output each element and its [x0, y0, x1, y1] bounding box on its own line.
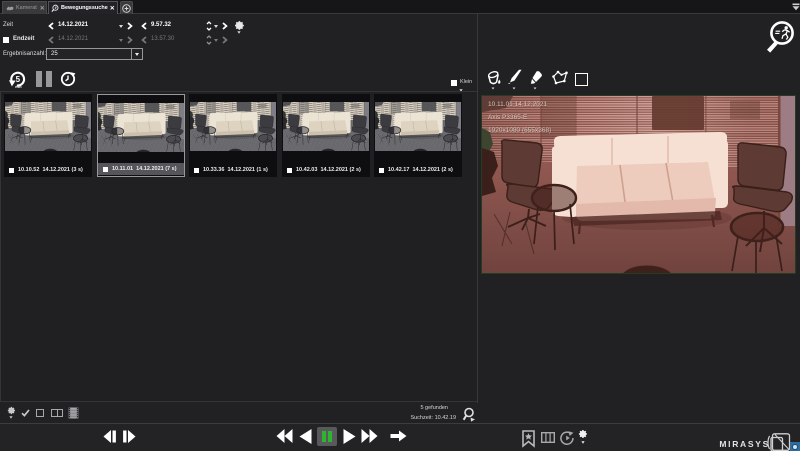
svg-text:5: 5	[16, 75, 21, 84]
svg-text:min: min	[15, 85, 21, 89]
